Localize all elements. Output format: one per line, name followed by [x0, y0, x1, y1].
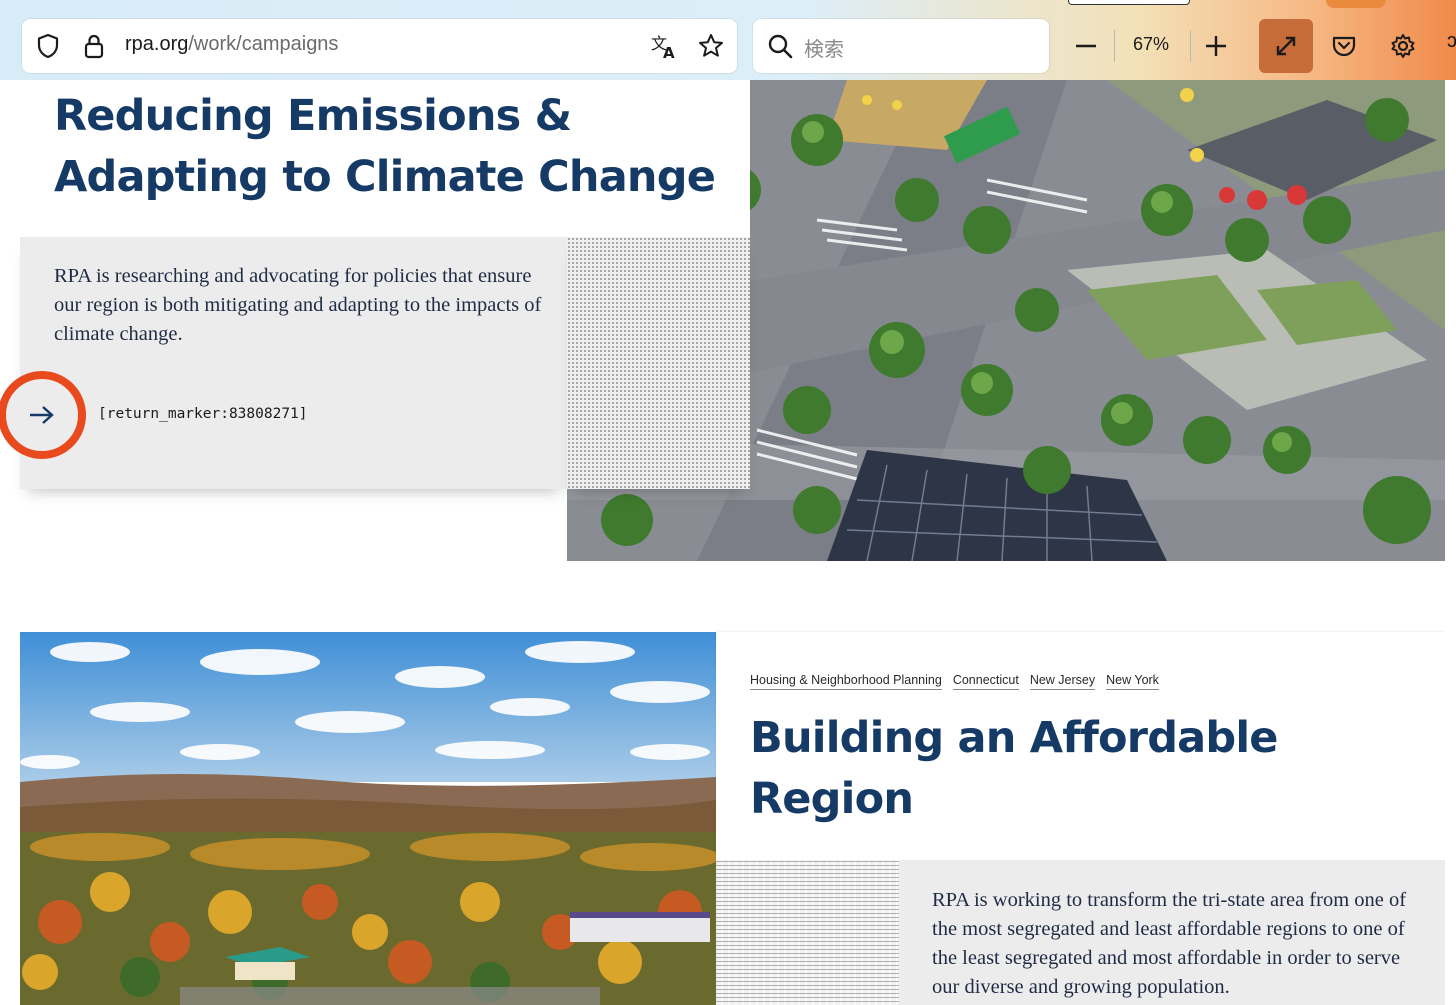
line-pattern-panel — [716, 860, 899, 1005]
fullscreen-button[interactable] — [1259, 19, 1313, 73]
overflow-edge: ɔ — [1447, 30, 1456, 52]
zoom-in-button[interactable] — [1189, 19, 1243, 73]
campaign-description: RPA is working to transform the tri-stat… — [932, 889, 1407, 998]
theme-decoration — [1326, 0, 1386, 8]
expand-icon — [1276, 36, 1296, 56]
plus-icon — [1206, 36, 1226, 56]
url-host: rpa.org — [125, 33, 189, 55]
toolbar-separator — [1114, 30, 1115, 62]
page-margin — [1445, 80, 1456, 1005]
autumn-valley-image[interactable] — [20, 632, 716, 1005]
campaign-title[interactable]: Building an Affordable Region — [750, 708, 1370, 830]
url-path: /work/campaigns — [188, 33, 339, 55]
zoom-out-button[interactable] — [1059, 19, 1113, 73]
tag-link[interactable]: Connecticut — [952, 673, 1019, 690]
lock-icon[interactable] — [80, 32, 108, 60]
translate-icon[interactable]: 文A — [650, 32, 678, 62]
search-bar[interactable]: 検索 — [753, 19, 1049, 73]
dot-pattern-panel — [567, 237, 750, 489]
campaign-description: RPA is researching and advocating for po… — [54, 265, 542, 345]
shield-icon[interactable] — [34, 32, 62, 60]
url-text[interactable]: rpa.org/work/campaigns — [125, 33, 338, 56]
pocket-icon — [1332, 36, 1356, 57]
tab-edge — [1068, 0, 1190, 5]
tag-link[interactable]: New Jersey — [1029, 673, 1096, 690]
search-icon — [766, 32, 794, 60]
bookmark-star-icon[interactable] — [697, 32, 725, 60]
tag-list: Housing & Neighborhood Planning Connecti… — [750, 673, 1159, 690]
minus-icon — [1076, 44, 1096, 48]
search-input[interactable]: 検索 — [804, 33, 844, 62]
pocket-button[interactable] — [1317, 19, 1371, 73]
gear-icon — [1391, 34, 1415, 58]
arrow-right-icon — [30, 406, 54, 424]
tag-link[interactable]: New York — [1106, 673, 1159, 690]
zoom-level[interactable]: 67% — [1124, 34, 1178, 55]
settings-button[interactable] — [1376, 19, 1430, 73]
tag-link[interactable]: Housing & Neighborhood Planning — [750, 673, 942, 690]
svg-text:A: A — [663, 44, 675, 60]
campaign-title[interactable]: Reducing Emissions & Adapting to Climate… — [54, 86, 734, 208]
address-bar[interactable]: rpa.org/work/campaigns 文A — [22, 19, 737, 73]
browser-toolbar: rpa.org/work/campaigns 文A 検索 67% ɔ — [0, 0, 1456, 80]
campaign-link-text[interactable]: [return_marker:83808271] — [98, 406, 308, 422]
campaign-link-button[interactable] — [0, 371, 86, 459]
